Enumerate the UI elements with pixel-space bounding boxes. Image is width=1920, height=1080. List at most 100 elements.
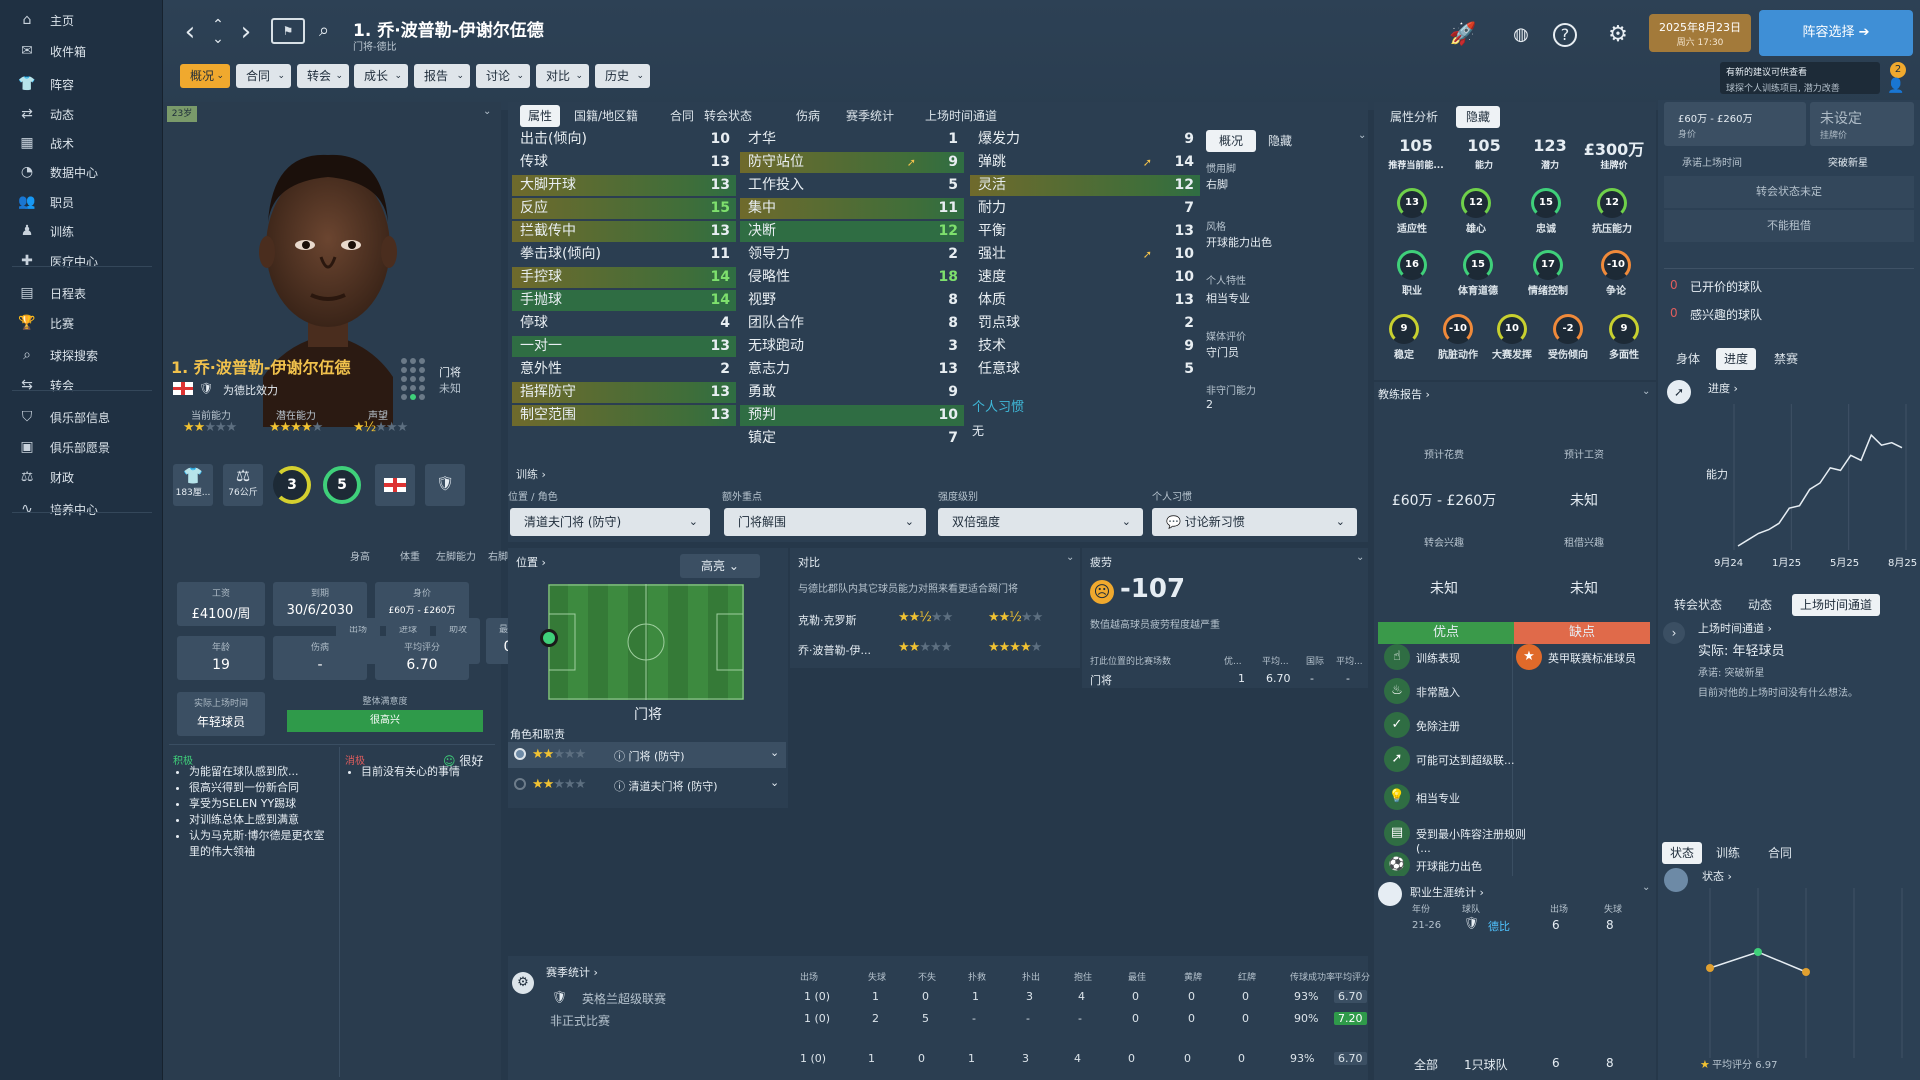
rocket-icon[interactable]: 🚀	[1448, 20, 1478, 50]
tab-0[interactable]: 属性	[520, 105, 561, 127]
sidebar-item-6[interactable]: 👥 职员	[0, 187, 163, 217]
tab-状态[interactable]: 状态	[1662, 842, 1703, 864]
chevron-down-icon[interactable]: ⌄	[770, 746, 779, 759]
menu-7[interactable]: 历史 ⌄	[595, 64, 650, 88]
sidebar-item-7[interactable]: ♟ 训练	[0, 216, 163, 246]
tab-2[interactable]: 合同	[670, 105, 694, 127]
forward-button[interactable]: ›	[233, 18, 259, 46]
squad-select-button[interactable]: 阵容选择 ➔	[1759, 10, 1913, 56]
search-icon[interactable]: ⌕	[319, 20, 329, 41]
sidebar-item-4[interactable]: ▦ 战术	[0, 128, 163, 158]
notification-card[interactable]: 有新的建议可供查看 球探个人训练项目, 潜力改善	[1720, 62, 1880, 94]
playtime-link[interactable]: 上场时间通道 ›	[1698, 620, 1772, 636]
tab-6[interactable]: 上场时间通道	[925, 105, 997, 127]
sidebar-item-9[interactable]: ▤ 日程表	[0, 278, 163, 308]
radio-selected[interactable]	[514, 748, 526, 760]
form-point[interactable]	[1754, 948, 1762, 956]
sidebar-item-5[interactable]: ◔ 数据中心	[0, 157, 163, 187]
attribute-value: 10	[938, 407, 958, 423]
attribute-row: 视野 8	[740, 290, 964, 311]
asking-price-card[interactable]: 未设定 挂牌价	[1810, 102, 1914, 146]
season-title[interactable]: 赛季统计 ›	[546, 964, 598, 980]
form-point[interactable]	[1802, 968, 1810, 976]
club-vision-icon: ▣	[20, 439, 34, 455]
menu-2[interactable]: 转会 ⌄	[297, 64, 349, 88]
tab-合同[interactable]: 合同	[1768, 842, 1792, 864]
sidebar-item-3[interactable]: ⇄ 动态	[0, 99, 163, 129]
sidebar-item-12[interactable]: ⇆ 转会	[0, 370, 163, 400]
form-link[interactable]: 状态 ›	[1702, 868, 1732, 884]
highlight-dropdown[interactable]: 高亮 ⌄	[680, 554, 760, 578]
chevron-right-icon[interactable]: ›	[1663, 622, 1685, 644]
training-title[interactable]: 训练 ›	[516, 466, 546, 482]
tab-attr-analysis[interactable]: 属性分析	[1390, 106, 1438, 128]
habit-dropdown[interactable]: 💬 讨论新习惯 ⌄	[1152, 508, 1357, 536]
chevron-down-icon[interactable]: ⌄	[770, 776, 779, 789]
tab-上场时间通道[interactable]: 上场时间通道	[1792, 594, 1881, 616]
tab-overview[interactable]: 概况	[1206, 130, 1256, 152]
menu-1[interactable]: 合同 ⌄	[236, 64, 291, 88]
chevron-down-icon[interactable]: ⌄	[483, 106, 491, 117]
back-button[interactable]: ‹	[177, 18, 203, 46]
tab-进度[interactable]: 进度	[1716, 348, 1757, 370]
chevron-down-icon[interactable]: ⌄	[1642, 386, 1650, 397]
brain-icon[interactable]: ◍	[1506, 20, 1536, 50]
role-row-2[interactable]: ★★★★★ ⓘ 清道夫门将 (防守) ⌄	[508, 772, 786, 798]
menu-3[interactable]: 成长 ⌄	[354, 64, 408, 88]
sidebar-item-16[interactable]: ∿ 培养中心	[0, 494, 163, 524]
person-icon[interactable]: 👤	[1887, 78, 1904, 94]
career-team[interactable]: 德比	[1488, 918, 1510, 934]
position-title[interactable]: 位置 ›	[516, 554, 546, 570]
intensity-dropdown[interactable]: 双倍强度 ⌄	[938, 508, 1143, 536]
chevron-down-icon[interactable]: ⌄	[1356, 552, 1364, 563]
sidebar-item-15[interactable]: ⚖ 财政	[0, 462, 163, 492]
role-dropdown[interactable]: 清道夫门将 (防守) ⌄	[510, 508, 710, 536]
tab-动态[interactable]: 动态	[1748, 594, 1772, 616]
sidebar-item-11[interactable]: ⌕ 球探搜索	[0, 340, 163, 370]
tab-1[interactable]: 国籍/地区籍	[574, 105, 638, 127]
wage-box: 工资 £4100/周	[177, 582, 265, 626]
date-button[interactable]: 2025年8月23日 周六 17:30	[1649, 14, 1751, 52]
radio-unselected[interactable]	[514, 778, 526, 790]
tab-analysis-hidden[interactable]: 隐藏	[1456, 106, 1500, 128]
tab-hidden[interactable]: 隐藏	[1268, 130, 1292, 152]
compare-player-2[interactable]: 乔·波普勒-伊...	[798, 642, 871, 658]
chevron-down-icon[interactable]: ⌄	[1066, 552, 1074, 563]
menu-0[interactable]: 概况 ⌄	[180, 64, 230, 88]
attribute-value: 13	[710, 223, 730, 239]
sidebar-item-1[interactable]: ✉ 收件箱	[0, 36, 163, 66]
sidebar-item-10[interactable]: 🏆 比赛	[0, 308, 163, 338]
sidebar-item-0[interactable]: ⌂ 主页	[0, 5, 163, 35]
sidebar-item-2[interactable]: 👕 阵容	[0, 69, 163, 99]
menu-5[interactable]: 讨论 ⌄	[476, 64, 530, 88]
club-badge-icon[interactable]: ⚑	[271, 18, 305, 44]
up-down-button[interactable]: ⌃ ⌄	[205, 18, 231, 46]
tab-身体[interactable]: 身体	[1676, 348, 1700, 370]
attribute-name: 传球	[520, 154, 548, 170]
coach-title[interactable]: 教练报告 ›	[1378, 386, 1430, 402]
settings-gear-icon[interactable]: ⚙	[512, 972, 534, 994]
sidebar-item-8[interactable]: ✚ 医疗中心	[0, 246, 163, 276]
sidebar-item-13[interactable]: ⛉ 俱乐部信息	[0, 402, 163, 432]
help-icon[interactable]: ?	[1553, 23, 1577, 47]
tab-5[interactable]: 赛季统计	[846, 105, 894, 127]
tab-3[interactable]: 转会状态	[704, 105, 752, 127]
tab-禁赛[interactable]: 禁赛	[1774, 348, 1798, 370]
menu-6[interactable]: 对比 ⌄	[536, 64, 589, 88]
extra-focus-dropdown[interactable]: 门将解围 ⌄	[724, 508, 926, 536]
career-title[interactable]: 职业生涯统计 ›	[1410, 884, 1484, 900]
settings-gear-icon[interactable]: ⚙	[1603, 20, 1633, 50]
chevron-down-icon[interactable]: ⌄	[1358, 130, 1366, 141]
chevron-down-icon[interactable]: ⌄	[1642, 882, 1650, 893]
role-row-1[interactable]: ★★★★★ ⓘ 门将 (防守) ⌄	[508, 742, 786, 768]
tab-训练[interactable]: 训练	[1716, 842, 1740, 864]
sidebar-item-14[interactable]: ▣ 俱乐部愿景	[0, 432, 163, 462]
tab-4[interactable]: 伤病	[796, 105, 820, 127]
form-point[interactable]	[1706, 964, 1714, 972]
chevron-down-icon: ⌄	[394, 71, 402, 81]
compare-player-1[interactable]: 克勒·克罗斯	[798, 612, 857, 628]
menu-4[interactable]: 报告 ⌄	[414, 64, 470, 88]
attribute-value: 13	[938, 361, 958, 377]
career-ga: 8	[1606, 918, 1614, 932]
tab-转会状态[interactable]: 转会状态	[1674, 594, 1722, 616]
